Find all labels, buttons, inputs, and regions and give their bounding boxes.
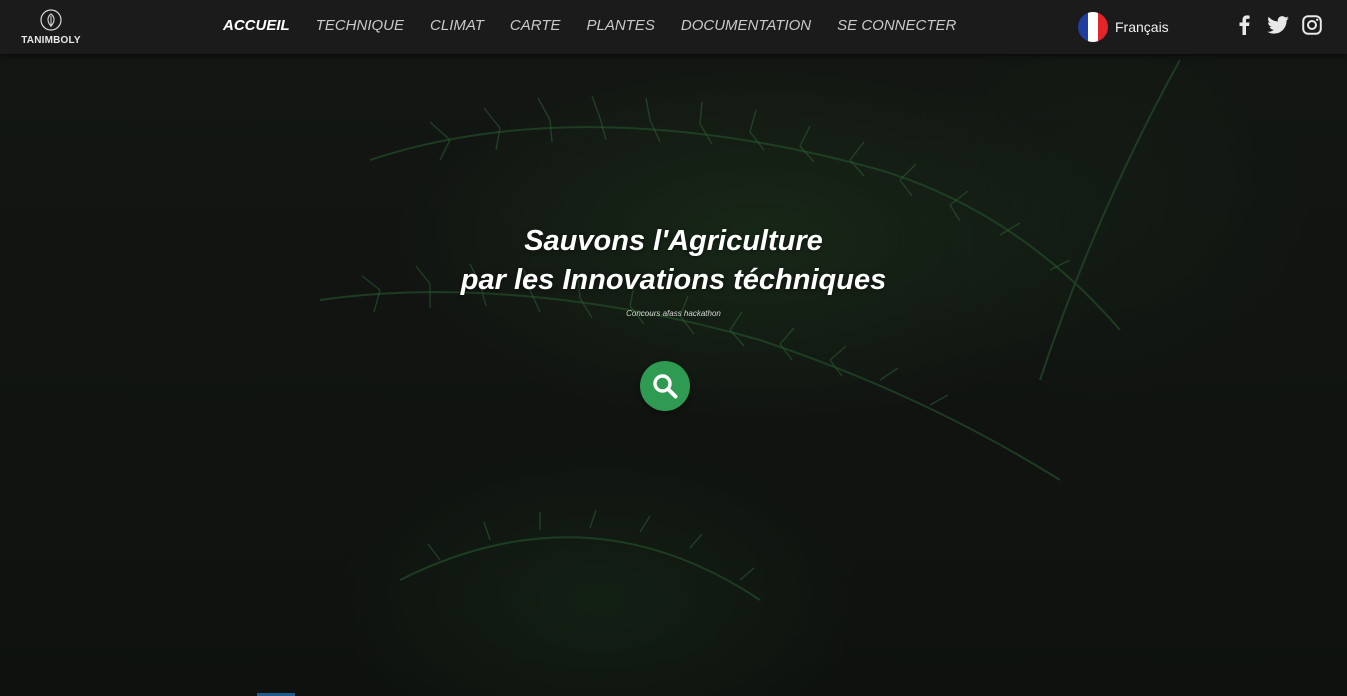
brand[interactable]: TANIMBOLY [14,8,88,52]
nav-item-accueil[interactable]: ACCUEIL [223,17,290,34]
language-selector[interactable]: Français [1078,12,1169,42]
nav-item-carte[interactable]: CARTE [510,17,561,34]
hero-headline: Sauvons l'Agriculture par les Innovation… [0,222,1347,300]
hero-headline-line-2: par les Innovations téchniques [460,264,887,296]
instagram-icon[interactable] [1300,14,1324,36]
hero-tagline: Concours afass hackathon [626,309,721,318]
nav-item-climat[interactable]: CLIMAT [430,17,484,34]
france-flag-icon [1078,12,1108,42]
search-button[interactable] [640,361,690,411]
nav-item-documentation[interactable]: DOCUMENTATION [681,17,811,34]
twitter-icon[interactable] [1266,14,1290,36]
nav-item-se-connecter[interactable]: SE CONNECTER [837,17,956,34]
leaf-badge-icon [40,9,62,31]
main-nav: ACCUEIL TECHNIQUE CLIMAT CARTE PLANTES D… [223,17,982,34]
language-label: Français [1115,19,1169,35]
facebook-icon[interactable] [1232,14,1256,36]
search-icon [653,374,678,399]
nav-item-technique[interactable]: TECHNIQUE [316,17,404,34]
top-navigation-bar: TANIMBOLY ACCUEIL TECHNIQUE CLIMAT CARTE… [0,0,1347,54]
hero-headline-line-1: Sauvons l'Agriculture [524,225,823,257]
brand-name: TANIMBOLY [21,35,81,46]
social-links [1232,14,1334,36]
nav-item-plantes[interactable]: PLANTES [587,17,655,34]
hero-background [0,0,1347,696]
fern-background-image [0,0,1347,696]
